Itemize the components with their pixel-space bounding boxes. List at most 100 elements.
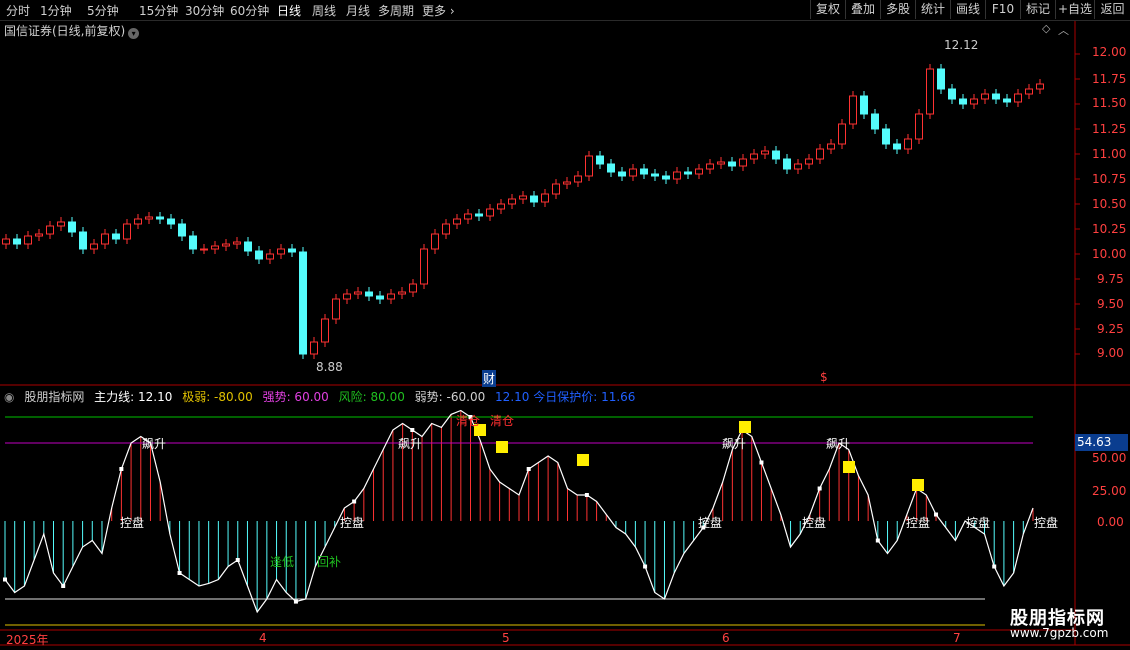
current-value-badge: 54.63 [1075,434,1128,451]
main-line-value: 主力线: 12.10 [94,390,173,404]
price-tick: 9.75 [1097,272,1124,286]
signal-rise-label: 飙升 [722,437,747,451]
candle-body [981,93,989,100]
candle-body [618,171,626,177]
price-tick: 11.25 [1092,122,1127,136]
indicator-tick: 25.00 [1092,484,1127,498]
candle-body [783,158,791,170]
watermark-url: www.7gpzb.com [1010,626,1109,640]
candle-body [761,150,769,155]
candle-body [90,243,98,250]
date-tick: 2025年 [6,633,49,647]
signal-control-label: 控盘 [802,516,827,530]
date-tick: 6 [722,631,730,645]
signal-control-label: 控盘 [906,516,931,530]
candle-body [596,155,604,165]
candle-body [299,251,307,355]
indicator-legend: ◉ 股朋指标网 主力线: 12.10 极弱: -80.00 强势: 60.00 … [4,388,641,405]
candle-body [442,223,450,235]
candle-body [530,195,538,203]
candle-body [343,293,351,300]
candle-body [607,163,615,173]
weak-value: 弱势: -60.00 [414,390,486,404]
candle-body [277,248,285,255]
signal-square [577,454,589,466]
extreme-weak-value: 极弱: -80.00 [182,390,253,404]
candle-body [508,198,516,205]
candle-body [244,241,252,252]
candle-body [431,233,439,250]
candle-body [1014,93,1022,103]
signal-control-label: 控盘 [966,516,991,530]
signal-control-label: 控盘 [1034,516,1059,530]
candle-body [354,291,362,295]
signal-dot [759,460,764,465]
signal-square [912,479,924,491]
signal-dot [3,577,7,582]
candle-body [464,213,472,220]
signal-control-label: 控盘 [340,516,365,530]
candle-body [145,216,153,220]
candle-body [123,223,131,240]
candle-body [541,193,549,203]
candle-body [101,233,109,245]
signal-dot [410,428,415,432]
indicator-name[interactable]: 股朋指标网 [24,390,84,404]
price-tick: 10.25 [1092,222,1127,236]
candle-body [156,216,164,220]
candle-body [651,173,659,177]
dividend-marker[interactable]: $ [820,370,828,384]
signal-dot [235,558,240,562]
candle-body [574,175,582,183]
candle-body [211,245,219,250]
kline-chart [0,21,1130,646]
signal-clear-label: 清仓 [456,414,481,428]
candle-body [134,218,142,225]
candle-body [519,195,527,200]
finance-event-marker[interactable]: 财 [482,370,497,387]
strong-value: 强势: 60.00 [262,390,329,404]
signal-rise-label: 飙升 [398,437,423,451]
candle-body [310,341,318,355]
candle-body [684,171,692,175]
candle-body [79,231,87,250]
date-tick: 7 [953,631,961,645]
price-tick: 10.50 [1092,197,1127,211]
candle-body [398,291,406,295]
candle-body [475,213,483,217]
candle-body [904,138,912,150]
candle-body [739,158,747,167]
price-tick: 11.00 [1092,147,1127,161]
candle-body [629,168,637,177]
candle-body [68,221,76,233]
signal-dot [992,564,997,569]
indicator-settings-icon[interactable]: ◉ [4,390,14,404]
price-tick: 11.50 [1092,96,1127,110]
candle-body [695,168,703,175]
candle-body [167,218,175,225]
risk-value: 风险: 80.00 [338,390,405,404]
candle-body [1003,98,1011,103]
candle-body [750,153,758,160]
signal-dot [352,499,357,504]
candle-body [233,241,241,245]
candle-body [849,95,857,125]
candle-body [816,148,824,160]
signal-control-label: 控盘 [120,516,145,530]
candle-body [805,158,813,165]
candle-body [189,235,197,250]
signal-dot [177,571,182,575]
signal-rise-label: 飙升 [826,437,851,451]
candle-body [1036,83,1044,90]
candle-body [46,225,54,235]
candle-body [640,168,648,175]
candle-body [453,218,461,225]
candle-body [200,248,208,251]
candle-body [585,155,593,177]
price-tick: 9.00 [1097,346,1124,360]
candle-body [893,143,901,150]
price-tick: 10.75 [1092,172,1127,186]
candle-body [871,113,879,130]
candle-body [409,283,417,293]
candle-body [365,291,373,297]
